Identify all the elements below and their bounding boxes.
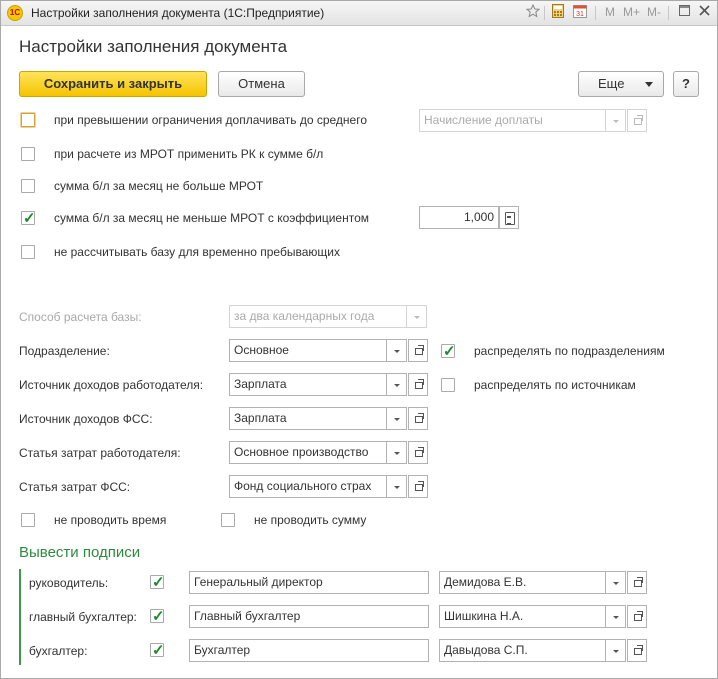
distribute-sources-checkbox[interactable] xyxy=(441,378,455,392)
max-mrot-label: сумма б/л за месяц не больше МРОТ xyxy=(54,179,264,193)
memory-add-button[interactable]: M+ xyxy=(623,5,640,19)
signature-checkbox[interactable]: ✓ xyxy=(150,642,165,659)
signature-person-open-icon[interactable] xyxy=(627,639,647,662)
section-accent-line xyxy=(19,569,21,665)
signature-role-label: бухгалтер: xyxy=(29,644,88,658)
checkmark-icon: ✓ xyxy=(152,608,165,625)
no-time-label: не проводить время xyxy=(54,513,167,527)
coefficient-input[interactable]: 1,000 xyxy=(419,206,499,229)
favorites-star-icon[interactable] xyxy=(524,3,542,22)
signature-person-open-icon[interactable] xyxy=(627,571,647,594)
distribute-departments-checkbox[interactable]: ✓ xyxy=(441,343,456,360)
signature-position-field[interactable]: Генеральный директор xyxy=(189,571,429,594)
settings-window: 1С Настройки заполнения документа (1С:Пр… xyxy=(0,0,718,679)
no-sum-label: не проводить сумму xyxy=(254,513,367,527)
fss-income-source-field[interactable]: Зарплата xyxy=(229,407,387,430)
calculator-icon[interactable] xyxy=(499,206,519,229)
checkmark-icon: ✓ xyxy=(152,574,165,591)
signature-role-label: главный бухгалтер: xyxy=(29,610,137,624)
base-method-dropdown-button[interactable] xyxy=(407,305,427,328)
more-menu-label: Еще xyxy=(598,76,625,91)
title-divider xyxy=(668,6,669,20)
memory-store-button[interactable]: M xyxy=(605,5,615,19)
min-mrot-checkbox[interactable]: ✓ xyxy=(21,210,36,227)
base-method-label: Способ расчета базы: xyxy=(19,310,142,324)
temp-residents-checkbox[interactable] xyxy=(21,245,35,259)
department-label: Подразделение: xyxy=(19,344,110,358)
signature-person-dropdown-button[interactable] xyxy=(606,639,626,662)
surcharge-label: при превышении ограничения доплачивать д… xyxy=(54,113,367,127)
signature-role-label: руководитель: xyxy=(29,576,109,590)
signature-checkbox[interactable]: ✓ xyxy=(150,574,165,591)
department-open-icon[interactable] xyxy=(408,339,428,362)
page-title: Настройки заполнения документа xyxy=(19,37,288,56)
mrot-rk-label: при расчете из МРОТ применить РК к сумме… xyxy=(54,147,324,161)
checkmark-icon: ✓ xyxy=(23,210,36,227)
surcharge-accrual-field[interactable]: Начисление доплаты xyxy=(419,109,606,132)
fss-cost-item-label: Статья затрат ФСС: xyxy=(19,480,131,494)
employer-cost-item-dropdown-button[interactable] xyxy=(387,441,407,464)
signature-person-dropdown-button[interactable] xyxy=(606,571,626,594)
signature-person-field[interactable]: Давыдова С.П. xyxy=(439,639,606,662)
close-icon[interactable] xyxy=(695,4,713,22)
more-menu-button[interactable]: Еще xyxy=(578,71,664,97)
signature-person-open-icon[interactable] xyxy=(627,605,647,628)
department-field[interactable]: Основное xyxy=(229,339,387,362)
fss-income-source-dropdown-button[interactable] xyxy=(387,407,407,430)
signature-person-dropdown-button[interactable] xyxy=(606,605,626,628)
employer-income-source-label: Источник доходов работодателя: xyxy=(19,378,204,392)
help-button[interactable]: ? xyxy=(673,71,699,97)
surcharge-dropdown-button[interactable] xyxy=(606,109,626,132)
memory-subtract-button[interactable]: M- xyxy=(647,5,661,19)
min-mrot-label: сумма б/л за месяц не меньше МРОТ с коэф… xyxy=(54,211,369,225)
distribute-sources-label: распределять по источникам xyxy=(474,378,636,392)
save-and-close-button[interactable]: Сохранить и закрыть xyxy=(19,71,207,97)
maximize-icon[interactable] xyxy=(675,4,693,22)
no-time-checkbox[interactable] xyxy=(21,513,35,527)
fss-cost-item-open-icon[interactable] xyxy=(408,475,428,498)
fss-income-source-label: Источник доходов ФСС: xyxy=(19,412,153,426)
app-logo-icon: 1С xyxy=(7,5,23,21)
signature-person-field[interactable]: Шишкина Н.А. xyxy=(439,605,606,628)
employer-cost-item-open-icon[interactable] xyxy=(408,441,428,464)
checkmark-icon: ✓ xyxy=(443,343,456,360)
signature-person-field[interactable]: Демидова Е.В. xyxy=(439,571,606,594)
cancel-button[interactable]: Отмена xyxy=(218,71,305,97)
chevron-down-icon xyxy=(645,82,653,87)
fss-cost-item-field[interactable]: Фонд социального страх xyxy=(229,475,387,498)
employer-income-source-open-icon[interactable] xyxy=(408,373,428,396)
surcharge-open-icon[interactable] xyxy=(627,109,647,132)
signatures-section-title: Вывести подписи xyxy=(19,544,141,561)
department-dropdown-button[interactable] xyxy=(387,339,407,362)
title-divider xyxy=(544,6,545,20)
calendar-icon[interactable]: 31 xyxy=(571,4,589,22)
checkmark-icon: ✓ xyxy=(152,642,165,659)
window-title: Настройки заполнения документа (1С:Предп… xyxy=(31,6,325,20)
signature-position-field[interactable]: Главный бухгалтер xyxy=(189,605,429,628)
employer-income-source-field[interactable]: Зарплата xyxy=(229,373,387,396)
temp-residents-label: не рассчитывать базу для временно пребыв… xyxy=(54,245,340,259)
surcharge-checkbox[interactable] xyxy=(21,113,35,127)
fss-cost-item-dropdown-button[interactable] xyxy=(387,475,407,498)
no-sum-checkbox[interactable] xyxy=(221,513,235,527)
fss-income-source-open-icon[interactable] xyxy=(408,407,428,430)
title-bar: 1С Настройки заполнения документа (1С:Пр… xyxy=(1,1,717,26)
base-method-field[interactable]: за два календарных года xyxy=(229,305,407,328)
calculator-icon[interactable] xyxy=(549,4,567,22)
max-mrot-checkbox[interactable] xyxy=(21,179,35,193)
title-divider xyxy=(595,6,596,20)
employer-income-source-dropdown-button[interactable] xyxy=(387,373,407,396)
signature-position-field[interactable]: Бухгалтер xyxy=(189,639,429,662)
employer-cost-item-label: Статья затрат работодателя: xyxy=(19,446,181,460)
svg-text:31: 31 xyxy=(576,11,584,18)
distribute-departments-label: распределять по подразделениям xyxy=(474,344,665,358)
mrot-rk-checkbox[interactable] xyxy=(21,147,35,161)
employer-cost-item-field[interactable]: Основное производство xyxy=(229,441,387,464)
signature-checkbox[interactable]: ✓ xyxy=(150,608,165,625)
